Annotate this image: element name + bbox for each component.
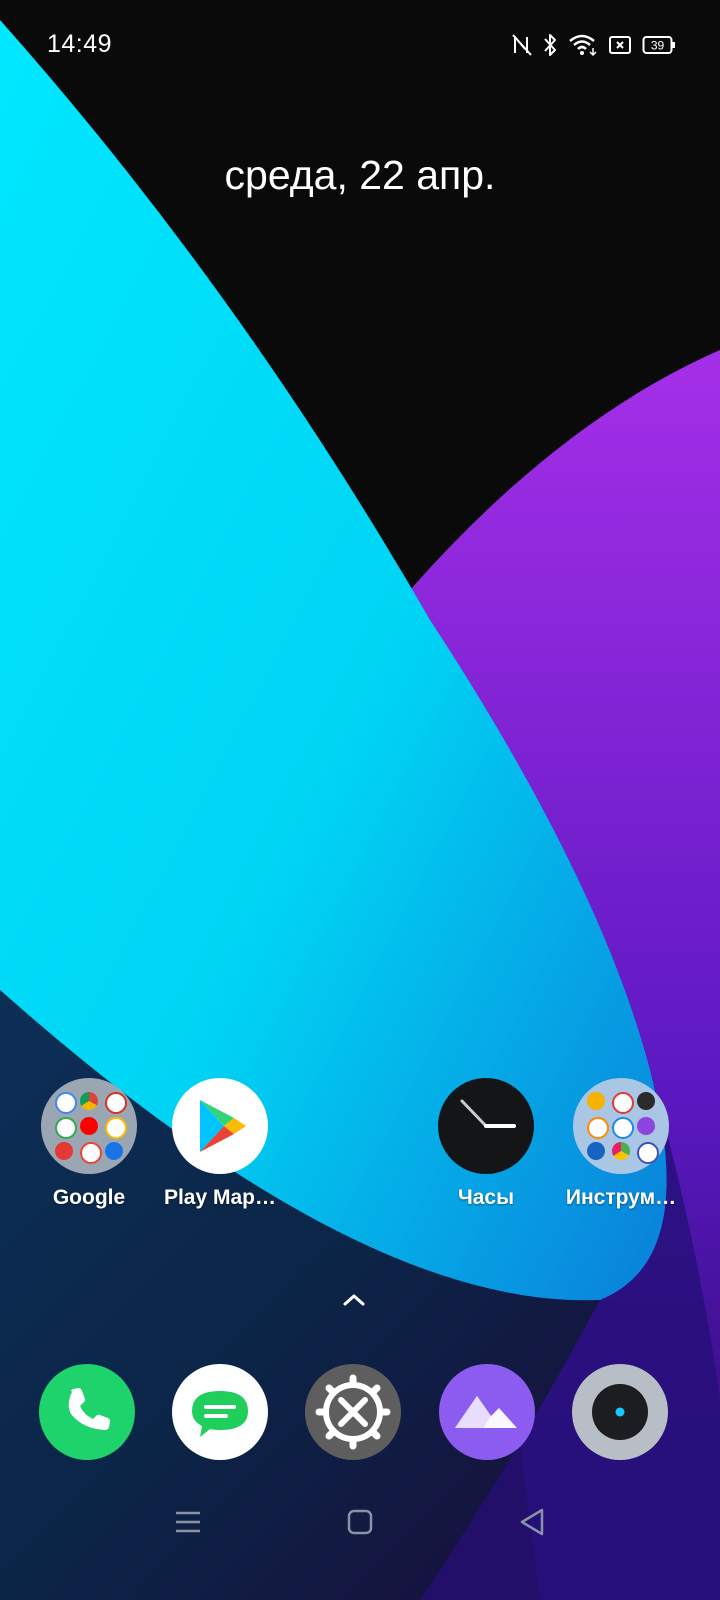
status-icons: 39	[512, 32, 676, 58]
camera-icon[interactable]	[572, 1364, 668, 1460]
tools-folder-icon	[573, 1078, 669, 1174]
wallpaper	[0, 0, 720, 1600]
battery-icon: 39	[642, 36, 675, 54]
home-icon[interactable]	[340, 1502, 380, 1542]
messages-icon[interactable]	[172, 1364, 268, 1460]
bluetooth-icon	[544, 34, 556, 56]
app-play-market[interactable]: Play Map…	[150, 1078, 290, 1210]
home-screen: 14:49 39 среда, 22 апр. Google Play Map……	[0, 0, 720, 1600]
status-time: 14:49	[47, 30, 113, 58]
back-icon[interactable]	[512, 1502, 552, 1542]
play-store-icon	[172, 1078, 268, 1174]
app-drawer-arrow-icon[interactable]	[339, 1287, 369, 1313]
navigation-bar	[0, 1490, 720, 1570]
nfc-icon	[512, 34, 532, 56]
battery-level: 39	[651, 39, 665, 53]
status-bar: 14:49 39	[0, 0, 720, 90]
app-tools-folder[interactable]: Инструм…	[551, 1078, 691, 1210]
gallery-icon[interactable]	[439, 1364, 535, 1460]
app-label: Инструм…	[565, 1186, 677, 1209]
clock-icon	[438, 1078, 534, 1174]
no-sim-icon	[609, 36, 631, 54]
wifi-icon	[569, 34, 597, 57]
settings-icon[interactable]	[305, 1364, 401, 1460]
app-label: Play Map…	[163, 1186, 277, 1209]
app-label: Часы	[457, 1186, 515, 1209]
menu-icon[interactable]	[168, 1502, 208, 1542]
google-folder-icon	[41, 1078, 137, 1174]
phone-icon[interactable]	[39, 1364, 135, 1460]
app-label: Google	[52, 1186, 126, 1209]
app-google-folder[interactable]: Google	[19, 1078, 159, 1210]
app-clock[interactable]: Часы	[416, 1078, 556, 1210]
date-widget[interactable]: среда, 22 апр.	[0, 152, 720, 199]
